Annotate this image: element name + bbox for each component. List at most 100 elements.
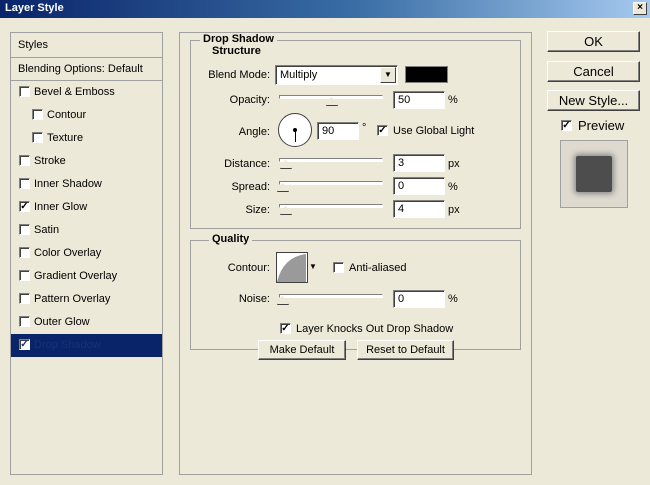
- sidebar-item-inner-glow[interactable]: ✓ Inner Glow: [11, 196, 162, 219]
- opacity-slider[interactable]: [279, 95, 383, 105]
- use-global-light-checkbox[interactable]: ✓: [377, 125, 388, 136]
- noise-slider[interactable]: [277, 294, 383, 304]
- sidebar-item-label: Color Overlay: [34, 247, 102, 259]
- title-bar: Layer Style ×: [0, 0, 650, 18]
- blend-mode-value: Multiply: [280, 69, 318, 81]
- opacity-unit: %: [448, 94, 458, 106]
- quality-legend: Quality: [209, 233, 253, 245]
- sidebar-item-checkbox[interactable]: [32, 109, 43, 120]
- sidebar-item-label: Gradient Overlay: [34, 270, 118, 282]
- opacity-input[interactable]: 50: [393, 91, 445, 109]
- layer-knocks-out-checkbox[interactable]: ✓: [280, 323, 291, 334]
- angle-unit: °: [362, 122, 367, 134]
- sidebar-item-contour[interactable]: Contour: [11, 104, 162, 127]
- distance-unit: px: [448, 158, 460, 170]
- sidebar-item-label: Inner Glow: [34, 201, 88, 213]
- sidebar-item-texture[interactable]: Texture: [11, 127, 162, 150]
- anti-aliased-checkbox[interactable]: [333, 262, 344, 273]
- spread-slider[interactable]: [277, 181, 383, 191]
- make-default-button[interactable]: Make Default: [258, 340, 346, 360]
- contour-label: Contour:: [227, 262, 270, 274]
- preview-thumbnail: [576, 156, 612, 192]
- style-preview: [560, 140, 628, 208]
- sidebar-item-label: Drop Shadow: [34, 339, 101, 351]
- new-style-button[interactable]: New Style...: [547, 90, 640, 111]
- sidebar-item-label: Blending Options: Default: [18, 63, 143, 75]
- blend-mode-label: Blend Mode:: [208, 69, 270, 81]
- panel-title: Drop Shadow: [200, 33, 277, 45]
- spread-label: Spread:: [231, 181, 270, 193]
- contour-dropdown-arrow[interactable]: ▼: [309, 262, 318, 271]
- size-slider[interactable]: [279, 204, 383, 214]
- layer-knocks-out-label: Layer Knocks Out Drop Shadow: [296, 323, 454, 335]
- reset-to-default-button[interactable]: Reset to Default: [357, 340, 454, 360]
- sidebar-item-gradient-overlay[interactable]: Gradient Overlay: [11, 265, 162, 288]
- sidebar-item-checkbox[interactable]: [19, 316, 30, 327]
- window-title: Layer Style: [5, 2, 64, 14]
- sidebar-item-label: Texture: [47, 132, 84, 144]
- sidebar-item-inner-shadow[interactable]: Inner Shadow: [11, 173, 162, 196]
- cancel-button[interactable]: Cancel: [547, 61, 640, 82]
- spread-input[interactable]: 0: [393, 177, 445, 195]
- noise-unit: %: [448, 293, 458, 305]
- ok-button[interactable]: OK: [547, 31, 640, 52]
- sidebar-item-checkbox[interactable]: [19, 178, 30, 189]
- sidebar-item-checkbox[interactable]: ✓: [19, 339, 30, 350]
- sidebar-item-checkbox[interactable]: [19, 247, 30, 258]
- sidebar-item-checkbox[interactable]: [19, 293, 30, 304]
- sidebar-header-label: Styles: [18, 39, 48, 51]
- sidebar-item-outer-glow[interactable]: Outer Glow: [11, 311, 162, 334]
- styles-sidebar: Styles Blending Options: Default Bevel &…: [10, 32, 163, 475]
- close-icon[interactable]: ×: [633, 2, 647, 15]
- blend-mode-select[interactable]: Multiply ▼: [275, 65, 398, 85]
- distance-label: Distance:: [224, 158, 270, 170]
- size-slider-thumb[interactable]: [280, 206, 290, 214]
- sidebar-item-label: Inner Shadow: [34, 178, 102, 190]
- noise-label: Noise:: [238, 293, 270, 305]
- angle-label: Angle:: [238, 126, 270, 138]
- sidebar-item-label: Bevel & Emboss: [34, 86, 115, 98]
- preview-checkbox[interactable]: ✓: [561, 120, 572, 131]
- size-label: Size:: [245, 204, 270, 216]
- noise-input[interactable]: 0: [393, 290, 445, 308]
- sidebar-item-pattern-overlay[interactable]: Pattern Overlay: [11, 288, 162, 311]
- structure-legend: Structure: [209, 45, 264, 57]
- distance-slider-thumb[interactable]: [280, 160, 290, 168]
- spread-unit: %: [448, 181, 458, 193]
- angle-dial[interactable]: [278, 113, 312, 147]
- sidebar-item-checkbox[interactable]: [32, 132, 43, 143]
- sidebar-item-checkbox[interactable]: [19, 155, 30, 166]
- sidebar-item-checkbox[interactable]: [19, 224, 30, 235]
- contour-curve-icon: [277, 254, 306, 282]
- sidebar-item-blending-options[interactable]: Blending Options: Default: [11, 58, 162, 81]
- use-global-light-label: Use Global Light: [393, 125, 475, 137]
- opacity-label: Opacity:: [229, 94, 270, 106]
- sidebar-item-stroke[interactable]: Stroke: [11, 150, 162, 173]
- angle-input[interactable]: 90: [317, 122, 359, 140]
- size-unit: px: [448, 204, 460, 216]
- sidebar-item-checkbox[interactable]: [19, 270, 30, 281]
- sidebar-item-label: Contour: [47, 109, 87, 121]
- noise-slider-thumb[interactable]: [277, 296, 287, 304]
- shadow-color-swatch[interactable]: [405, 66, 448, 83]
- sidebar-item-drop-shadow[interactable]: ✓ Drop Shadow: [11, 334, 162, 357]
- sidebar-item-checkbox[interactable]: [19, 86, 30, 97]
- sidebar-item-label: Stroke: [34, 155, 66, 167]
- sidebar-header-styles[interactable]: Styles: [11, 33, 162, 58]
- distance-input[interactable]: 3: [393, 154, 445, 172]
- anti-aliased-label: Anti-aliased: [349, 262, 407, 274]
- sidebar-item-label: Satin: [34, 224, 60, 236]
- chevron-down-icon[interactable]: ▼: [380, 67, 396, 83]
- opacity-slider-thumb[interactable]: [326, 97, 336, 105]
- sidebar-item-satin[interactable]: Satin: [11, 219, 162, 242]
- sidebar-item-label: Outer Glow: [34, 316, 90, 328]
- size-input[interactable]: 4: [393, 200, 445, 218]
- contour-picker[interactable]: [276, 252, 308, 283]
- sidebar-items: Bevel & Emboss Contour Texture Stroke Inner …: [11, 81, 162, 357]
- distance-slider[interactable]: [279, 158, 383, 168]
- sidebar-item-bevel-emboss[interactable]: Bevel & Emboss: [11, 81, 162, 104]
- spread-slider-thumb[interactable]: [277, 183, 287, 191]
- sidebar-item-checkbox[interactable]: ✓: [19, 201, 30, 212]
- sidebar-item-label: Pattern Overlay: [34, 293, 111, 305]
- sidebar-item-color-overlay[interactable]: Color Overlay: [11, 242, 162, 265]
